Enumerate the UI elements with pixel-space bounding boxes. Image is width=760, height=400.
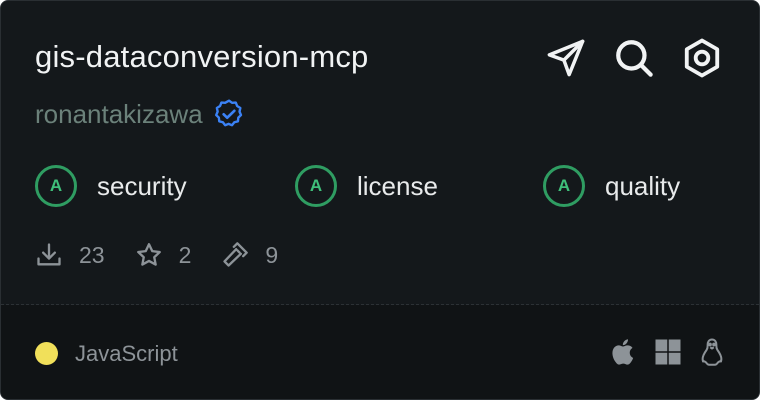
search-button[interactable] [611,35,657,81]
search-icon [616,40,653,77]
apple-icon [612,339,634,365]
action-bar [543,35,725,81]
settings-hex-icon [684,38,720,78]
grade-label: license [357,170,438,201]
star-icon [136,243,161,266]
grade-security[interactable]: A security [35,165,187,207]
downloads-count: 23 [79,241,105,268]
tools-stat: 9 [221,241,278,269]
linux-icon [701,338,723,366]
hammer-icon [223,242,249,267]
send-button[interactable] [543,35,589,81]
grade-label: security [97,170,187,201]
stars-count: 2 [178,241,192,268]
downloads-stat: 23 [35,241,105,269]
server-card[interactable]: gis-dataconversion-mcp ronantakizawa A s… [0,0,760,400]
language-color-dot [35,342,58,365]
grade-badge: A [295,165,337,207]
grade-license[interactable]: A license [295,165,438,207]
download-icon [37,243,61,266]
grade-badge: A [35,165,77,207]
windows-icon [655,339,681,365]
owner-name[interactable]: ronantakizawa [35,99,203,130]
verified-badge-icon [214,99,242,127]
server-title[interactable]: gis-dataconversion-mcp [35,39,369,75]
stars-stat: 2 [135,241,192,269]
grade-label: quality [605,170,681,201]
stats-row: 23 2 9 [35,241,308,269]
tools-count: 9 [265,241,279,268]
language-label: JavaScript [75,341,178,366]
send-icon [547,39,585,77]
platforms [609,337,727,367]
grade-badge: A [543,165,585,207]
grade-quality[interactable]: A quality [543,165,680,207]
owner-row: ronantakizawa [35,98,245,130]
grades-row: A security A license A quality [35,165,735,213]
settings-button[interactable] [679,35,725,81]
